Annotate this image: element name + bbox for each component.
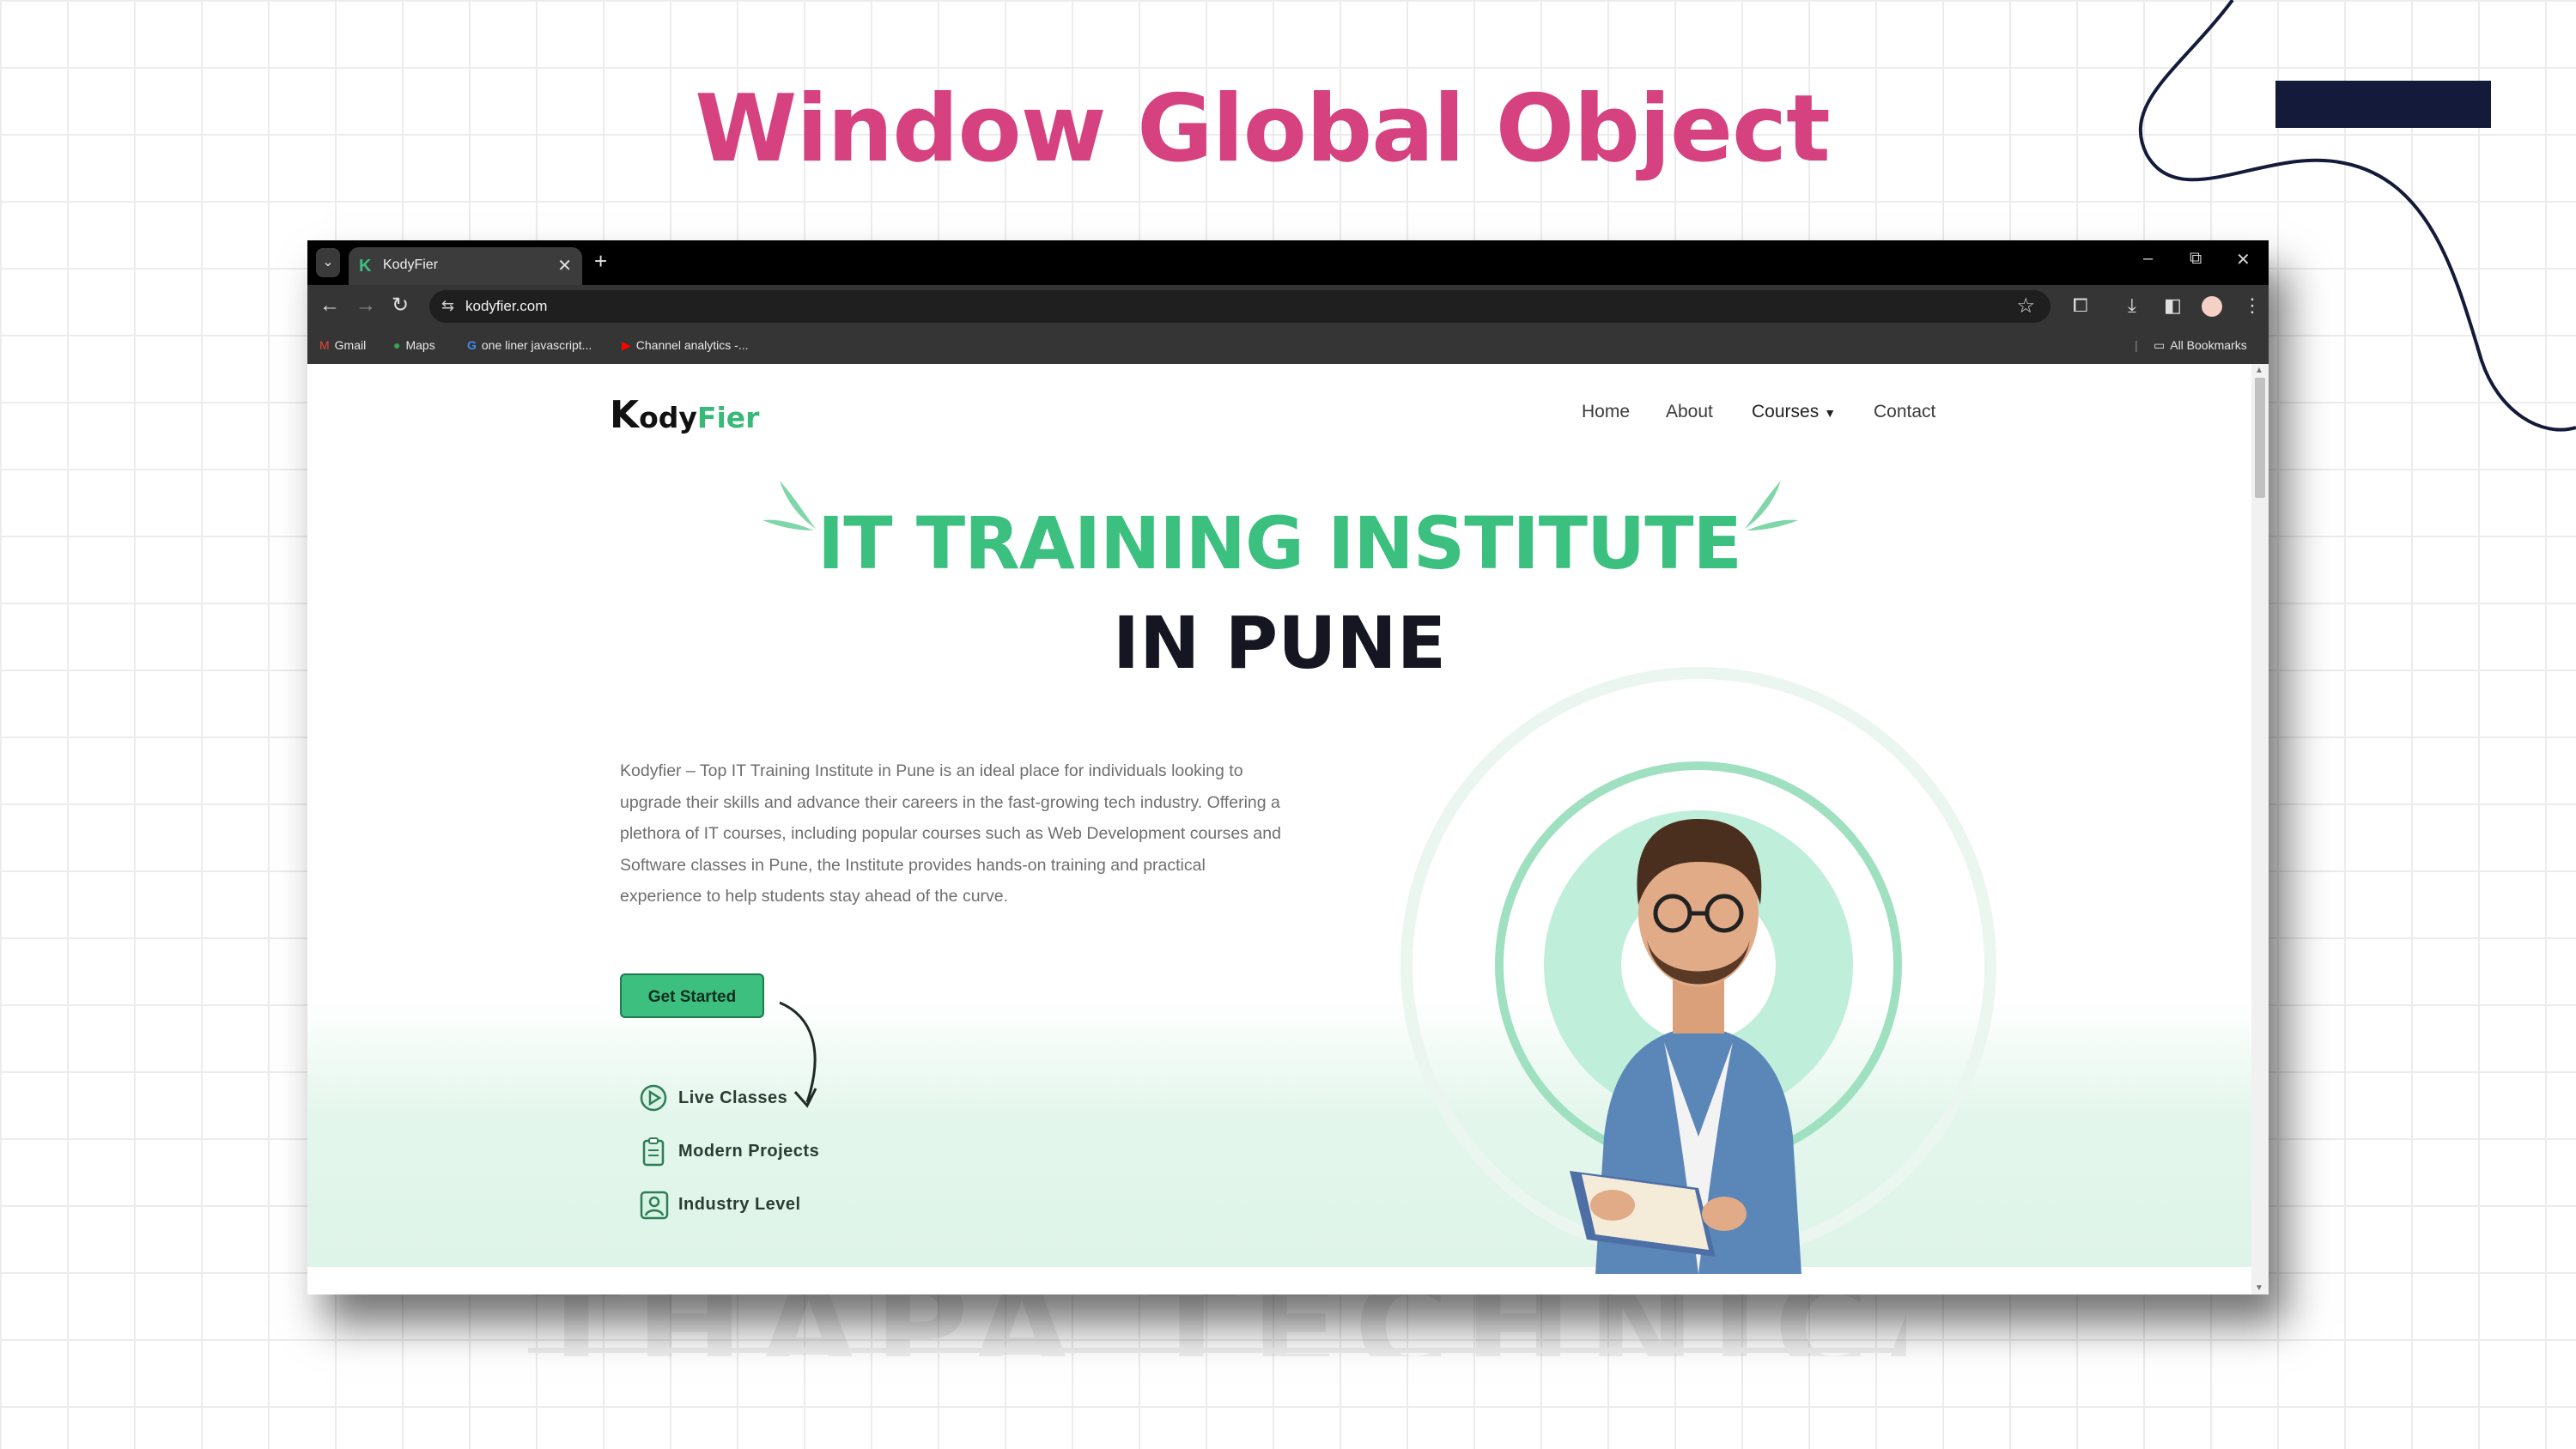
scrollbar-thumb[interactable]	[2255, 378, 2265, 498]
browser-toolbar: ← → ↻ ⇆ kodyfier.com ☆ ⧠ ⤓ ◧ ⋮	[307, 285, 2269, 328]
feature-label: Industry Level	[678, 1195, 801, 1214]
bookmarks-divider: |	[2135, 338, 2138, 352]
new-tab-icon[interactable]: +	[594, 248, 607, 274]
browser-window: ⌄ K KodyFier ✕ + – ⧉ ✕ ← → ↻ ⇆ kodyfier.…	[307, 240, 2269, 1294]
reload-icon[interactable]: ↻	[392, 293, 409, 318]
side-panel-icon[interactable]: ◧	[2164, 294, 2182, 318]
download-icon[interactable]: ⤓	[2128, 294, 2136, 318]
bookmark-channel-analytics[interactable]: ▶ Channel analytics -...	[622, 338, 749, 353]
google-icon: G	[467, 338, 477, 352]
nav-contact[interactable]: Contact	[1874, 402, 1935, 422]
nav-about[interactable]: About	[1666, 402, 1713, 422]
scroll-down-icon[interactable]: ▼	[2255, 1283, 2263, 1293]
all-bookmarks[interactable]: ▭ All Bookmarks	[2154, 338, 2247, 353]
scroll-up-icon[interactable]: ▲	[2255, 366, 2263, 375]
restore-icon[interactable]: ⧉	[2190, 249, 2202, 269]
feature-label: Live Classes	[678, 1088, 788, 1107]
caret-down-icon: ▼	[1824, 406, 1837, 420]
get-started-button[interactable]: Get Started	[620, 973, 764, 1018]
back-arrow-icon[interactable]: ←	[319, 293, 340, 318]
site-info-icon[interactable]: ⇆	[441, 297, 454, 315]
hero-description: Kodyfier – Top IT Training Institute in …	[620, 761, 1281, 906]
nav-home[interactable]: Home	[1582, 402, 1630, 422]
profile-avatar[interactable]	[2202, 296, 2222, 317]
tab-search-dropdown[interactable]: ⌄	[316, 248, 340, 277]
feature-label: Modern Projects	[678, 1142, 820, 1161]
youtube-icon: ▶	[622, 338, 631, 352]
hero-illustration	[1400, 667, 1996, 1274]
maps-icon: ●	[393, 338, 401, 352]
clipboard-icon	[642, 1137, 665, 1167]
folder-icon: ▭	[2154, 338, 2166, 352]
close-window-icon[interactable]: ✕	[2236, 249, 2251, 270]
kodyfier-favicon-icon: K	[359, 257, 372, 276]
bookmarks-bar: M Gmail ● Maps Gone liner javascript... ▶ C…	[307, 328, 2269, 365]
page-viewport: KodyFier Home About Courses ▼ Contact IT …	[307, 364, 2251, 1294]
bookmark-star-icon[interactable]: ☆	[2016, 294, 2035, 318]
forward-arrow-icon[interactable]: →	[355, 293, 376, 318]
tab-bar: ⌄ K KodyFier ✕ + – ⧉ ✕	[307, 240, 2269, 285]
kodyfier-logo[interactable]: KodyFier	[610, 393, 759, 437]
url-text[interactable]: kodyfier.com	[465, 298, 547, 315]
close-tab-icon[interactable]: ✕	[557, 255, 572, 276]
bookmark-maps[interactable]: ● Maps	[393, 338, 435, 352]
bookmark-gmail[interactable]: M Gmail	[319, 338, 366, 352]
active-tab[interactable]: K KodyFier ✕	[349, 247, 582, 285]
address-bar[interactable]: ⇆ kodyfier.com ☆	[429, 290, 2050, 323]
nav-courses[interactable]: Courses ▼	[1752, 402, 1836, 422]
hero-title-line-1: IT TRAINING INSTITUTE	[817, 501, 1742, 585]
page-scrollbar[interactable]: ▲ ▼	[2251, 364, 2269, 1294]
play-circle-icon	[640, 1084, 667, 1112]
menu-kebab-icon[interactable]: ⋮	[2243, 294, 2262, 318]
watermark-underline	[528, 1348, 1898, 1353]
extensions-icon[interactable]: ⧠	[2073, 294, 2088, 318]
gmail-icon: M	[319, 338, 330, 352]
bookmark-one-liner-javascript[interactable]: Gone liner javascript...	[467, 338, 592, 352]
tab-title: KodyFier	[383, 258, 439, 272]
user-badge-icon	[640, 1191, 669, 1220]
minimize-icon[interactable]: –	[2143, 249, 2153, 269]
